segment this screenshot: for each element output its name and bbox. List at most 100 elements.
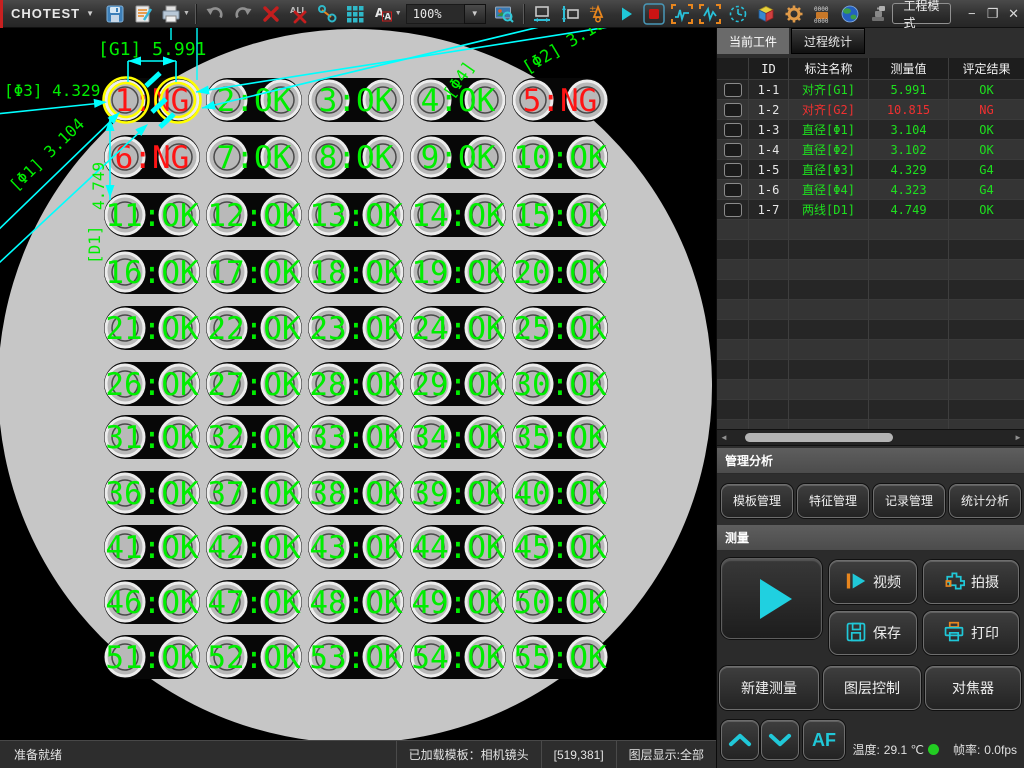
globe-icon[interactable] — [837, 2, 863, 26]
move-down-button[interactable] — [761, 720, 799, 760]
row-checkbox[interactable] — [723, 102, 742, 117]
minimize-button[interactable]: − — [963, 4, 980, 24]
video-button[interactable]: 视频 — [829, 560, 917, 604]
print-result-button[interactable]: 打印 — [923, 611, 1019, 655]
feature-management-button[interactable]: 特征管理 — [797, 483, 869, 518]
font-dropdown-caret[interactable]: ▼ — [395, 10, 402, 17]
component-27[interactable]: 27:OK — [206, 362, 302, 406]
component-28[interactable]: 28:OK — [308, 362, 404, 406]
record-icon[interactable] — [641, 2, 667, 26]
component-16[interactable]: 16:OK — [104, 250, 200, 294]
component-55[interactable]: 55:OK — [512, 635, 608, 679]
component-51[interactable]: 51:OK — [104, 635, 200, 679]
template-management-button[interactable]: 模板管理 — [721, 483, 793, 518]
delete-icon[interactable] — [258, 2, 284, 26]
component-32[interactable]: 32:OK — [206, 415, 302, 459]
component-6[interactable]: 6:NG — [104, 135, 200, 179]
row-checkbox[interactable] — [723, 182, 742, 197]
focuser-button[interactable]: 对焦器 — [925, 666, 1021, 710]
component-39[interactable]: 39:OK — [410, 471, 506, 515]
scroll-right-arrow[interactable]: ► — [1011, 433, 1024, 442]
row-checkbox[interactable] — [723, 142, 742, 157]
table-row[interactable]: 1-6 直径[Φ4] 4.323 G4 — [717, 180, 1024, 200]
tab-current-workpiece[interactable]: 当前工件 — [717, 28, 790, 54]
grid-icon[interactable] — [342, 2, 368, 26]
close-button[interactable]: ✕ — [1005, 4, 1022, 24]
save-result-button[interactable]: 保存 — [829, 611, 917, 655]
table-row[interactable]: 1-4 直径[Φ2] 3.102 OK — [717, 140, 1024, 160]
font-icon[interactable]: AA — [370, 2, 396, 26]
component-41[interactable]: 41:OK — [104, 525, 200, 569]
zoom-level-value[interactable]: 100% — [405, 3, 464, 24]
scroll-left-arrow[interactable]: ◄ — [717, 433, 731, 442]
component-31[interactable]: 31:OK — [104, 415, 200, 459]
box-3d-icon[interactable] — [753, 2, 779, 26]
binary-data-icon[interactable]: 0000 0000 — [809, 2, 835, 26]
component-46[interactable]: 46:OK — [104, 580, 200, 624]
table-row[interactable]: 1-1 对齐[G1] 5.991 OK — [717, 80, 1024, 100]
component-17[interactable]: 17:OK — [206, 250, 302, 294]
component-22[interactable]: 22:OK — [206, 306, 302, 350]
component-11[interactable]: 11:OK — [104, 193, 200, 237]
component-21[interactable]: 21:OK — [104, 306, 200, 350]
component-9[interactable]: 9:OK — [410, 135, 506, 179]
row-checkbox[interactable] — [723, 202, 742, 217]
component-10[interactable]: 10:OK — [512, 135, 608, 179]
inspection-canvas[interactable]: 1:NG 2:OK 3:OK 4:OK 5:NG 6:NG 7:OK 8:OK 9:OK 10:O… — [0, 8, 716, 743]
edit-note-icon[interactable] — [130, 2, 156, 26]
component-34[interactable]: 34:OK — [410, 415, 506, 459]
layer-control-button[interactable]: 图层控制 — [823, 666, 921, 710]
play-small-icon[interactable] — [613, 2, 639, 26]
app-menu-button[interactable]: CHOTEST ▼ — [3, 6, 101, 21]
component-2[interactable]: 2:OK — [206, 78, 302, 122]
component-24[interactable]: 24:OK — [410, 306, 506, 350]
move-up-button[interactable] — [721, 720, 759, 760]
gear-icon[interactable] — [781, 2, 807, 26]
component-25[interactable]: 25:OK — [512, 306, 608, 350]
row-checkbox[interactable] — [723, 82, 742, 97]
component-54[interactable]: 54:OK — [410, 635, 506, 679]
component-37[interactable]: 37:OK — [206, 471, 302, 515]
component-8[interactable]: 8:OK — [308, 135, 404, 179]
component-12[interactable]: 12:OK — [206, 193, 302, 237]
component-3[interactable]: 3:OK — [308, 78, 404, 122]
component-44[interactable]: 44:OK — [410, 525, 506, 569]
new-measurement-button[interactable]: 新建测量 — [719, 666, 819, 710]
table-horizontal-scrollbar[interactable]: ◄ ► — [717, 429, 1024, 446]
component-42[interactable]: 42:OK — [206, 525, 302, 569]
capture-button[interactable]: 拍摄 — [923, 560, 1019, 604]
image-search-icon[interactable] — [491, 2, 517, 26]
scrollbar-track[interactable] — [731, 430, 1011, 445]
component-53[interactable]: 53:OK — [308, 635, 404, 679]
component-14[interactable]: 14:OK — [410, 193, 506, 237]
zoom-combo[interactable]: 100% ▼ — [405, 3, 486, 24]
row-checkbox[interactable] — [723, 162, 742, 177]
component-13[interactable]: 13:OK — [308, 193, 404, 237]
component-50[interactable]: 50:OK — [512, 580, 608, 624]
component-23[interactable]: 23:OK — [308, 306, 404, 350]
table-row[interactable]: 1-5 直径[Φ3] 4.329 G4 — [717, 160, 1024, 180]
component-43[interactable]: 43:OK — [308, 525, 404, 569]
width-measure-icon[interactable] — [529, 2, 555, 26]
component-47[interactable]: 47:OK — [206, 580, 302, 624]
component-48[interactable]: 48:OK — [308, 580, 404, 624]
height-measure-icon[interactable] — [557, 2, 583, 26]
zoom-dropdown-button[interactable]: ▼ — [463, 3, 486, 24]
link-nodes-icon[interactable] — [314, 2, 340, 26]
run-measurement-button[interactable] — [721, 558, 822, 639]
component-26[interactable]: 26:OK — [104, 362, 200, 406]
component-19[interactable]: 19:OK — [410, 250, 506, 294]
timer-icon[interactable] — [725, 2, 751, 26]
table-row[interactable]: 1-7 两线[D1] 4.749 OK — [717, 200, 1024, 220]
maximize-button[interactable]: ❐ — [984, 4, 1001, 24]
component-52[interactable]: 52:OK — [206, 635, 302, 679]
waveform-live-icon[interactable] — [669, 2, 695, 26]
print-dropdown-caret[interactable]: ▼ — [183, 10, 190, 17]
undo-icon[interactable] — [202, 2, 228, 26]
engineering-mode-button[interactable]: 工程模式 — [892, 0, 952, 30]
record-management-button[interactable]: 记录管理 — [873, 483, 945, 518]
row-checkbox[interactable] — [723, 122, 742, 137]
component-30[interactable]: 30:OK — [512, 362, 608, 406]
component-18[interactable]: 18:OK — [308, 250, 404, 294]
component-5[interactable]: 5:NG — [512, 78, 608, 122]
